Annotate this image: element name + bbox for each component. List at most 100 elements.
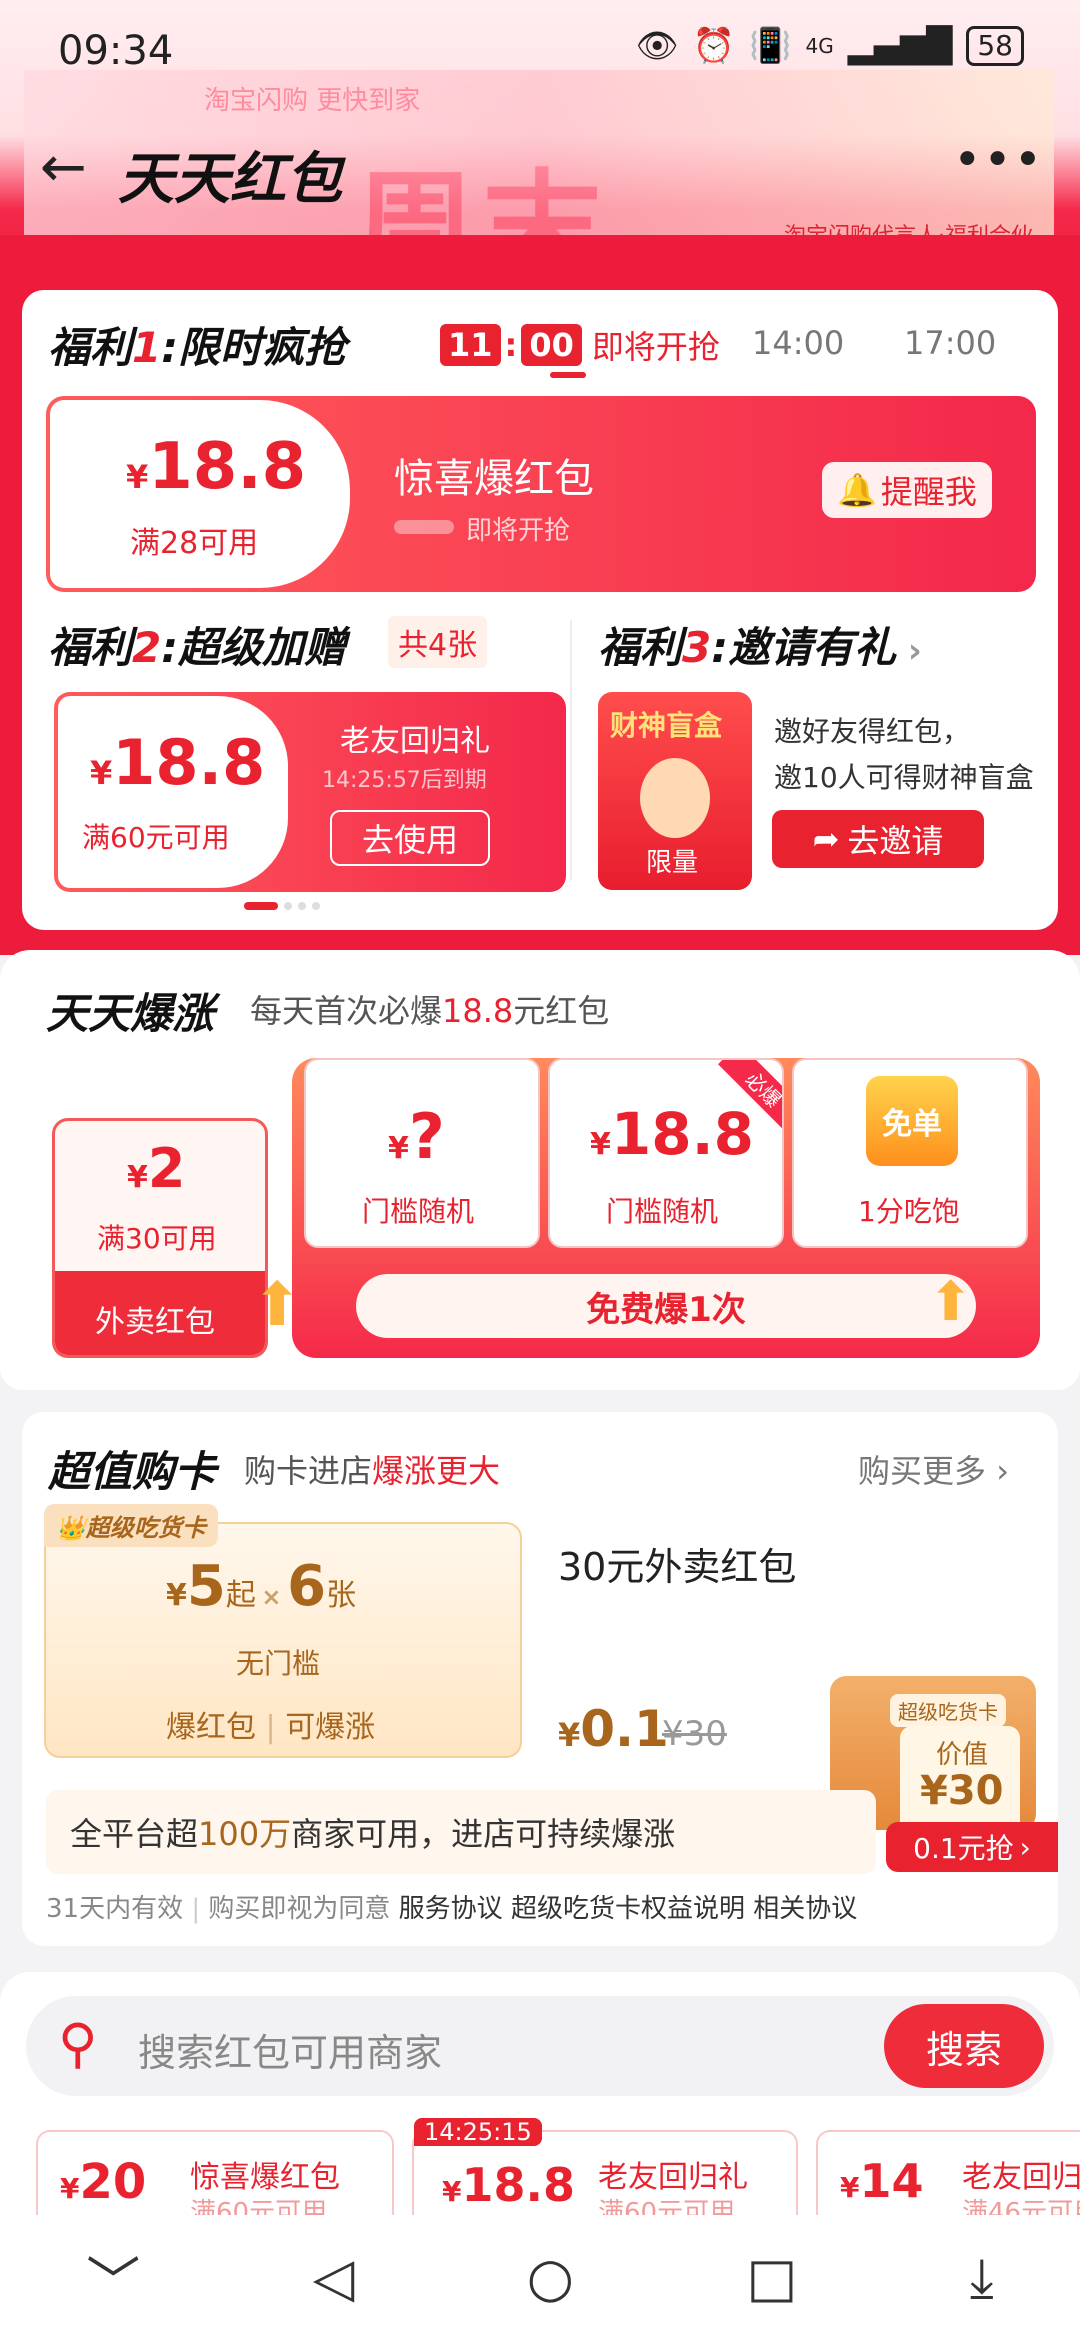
remind-button[interactable]: 🔔 提醒我 (822, 462, 992, 518)
countdown-timer: 14:25:15 (414, 2118, 542, 2146)
coupon-return[interactable]: ¥18.8 满60元可用 老友回归礼 14:25:57后到期 去使用 (54, 692, 566, 892)
network-label: 4G (805, 34, 834, 58)
merchant-banner: 全平台超 100万 商家可用，进店可持续爆涨 (46, 1790, 876, 1874)
benefit1-title: 福利1:限时疯抢 (48, 323, 347, 372)
benefit-link[interactable]: 超级吃货卡权益说明 (511, 1894, 745, 1924)
crown-icon: 👑 (56, 1514, 86, 1542)
benefit-card: 福利1:限时疯抢 11 : 00 即将开抢 14:00 17:00 ¥18.8 … (22, 290, 1058, 930)
progress-bar (394, 520, 454, 534)
value-amount: ¥30 (920, 1768, 1004, 1814)
card-thumb-badge: 超级吃货卡 (890, 1694, 1006, 1727)
search-button[interactable]: 搜索 (884, 2004, 1044, 2088)
use-button[interactable]: 去使用 (330, 810, 490, 866)
product-name: 30元外卖红包 (558, 1545, 797, 1589)
page-title: 天天红包 (118, 147, 342, 212)
buy-more-link[interactable]: 购买更多 › (858, 1446, 1009, 1492)
takeout-coupon[interactable]: ¥2 满30可用 外卖红包 (52, 1118, 268, 1358)
foodie-badge: 👑超级吃货卡 (44, 1504, 218, 1547)
daily-title: 天天爆涨 (46, 989, 215, 1038)
page-dots (244, 902, 320, 910)
vibrate-icon: 📳 (749, 26, 792, 66)
buycard-subtitle: 购卡进店爆涨更大 (244, 1452, 501, 1490)
arrow-up-icon: ⬆ (252, 1270, 303, 1340)
coupon-big-amount: ¥18.8 (126, 430, 307, 504)
time-mm: 00 (521, 324, 582, 366)
system-nav-bar: ﹀ ◁ ○ □ ⤓ (0, 2215, 1080, 2340)
arrow-up-icon-2: ⬆ (928, 1270, 974, 1333)
free-order-icon: 免单 (866, 1076, 958, 1166)
benefit2-title: 福利2:超级加赠 (48, 623, 347, 672)
coupon-big-left: ¥18.8 满28可用 (50, 400, 350, 588)
coupon-return-name: 老友回归礼 (340, 724, 490, 759)
coupon-return-amount: ¥18.8 (90, 726, 266, 799)
value-label: 价值 (936, 1740, 989, 1770)
original-price: ¥30 (662, 1714, 727, 1754)
list-item[interactable]: ¥14 老友回归 满46元可用 (816, 2130, 1080, 2220)
boost-card-3: 免单 1分吃饱 (792, 1058, 1028, 1248)
status-time: 09:34 (58, 28, 174, 74)
share-icon: ➦ (812, 820, 840, 858)
back-arrow-icon[interactable]: ← (40, 140, 87, 196)
time-tab-3[interactable]: 17:00 (904, 324, 996, 362)
chevron-circle-icon: › (1019, 1830, 1031, 1864)
tab-indicator (550, 372, 586, 378)
benefit2-badge: 共4张 (388, 616, 488, 668)
boost-button[interactable]: 免费爆1次 (356, 1274, 976, 1338)
time-hh: 11 (440, 324, 501, 366)
buy-card-section: 超值购卡 购卡进店爆涨更大 购买更多 › 👑超级吃货卡 ¥5起 × 6张 无门槛… (22, 1412, 1058, 1946)
time-status: 即将开抢 (591, 328, 720, 366)
boost-card-3-label: 1分吃饱 (858, 1195, 960, 1228)
mascot-icon (640, 758, 710, 838)
boost-card-1-cond: 门槛随机 (362, 1195, 475, 1228)
more-icon[interactable]: ••• (953, 136, 1044, 184)
blind-box-image[interactable]: 财神盲盒 限量 (598, 692, 752, 890)
benefit3-title[interactable]: 福利3:邀请有礼 › (598, 614, 922, 675)
download-icon[interactable]: ⤓ (970, 2246, 994, 2310)
search-bar[interactable]: ⚲ 搜索红包可用商家 搜索 (26, 1996, 1054, 2096)
boost-card-2-cond: 门槛随机 (606, 1195, 719, 1228)
foodie-card[interactable]: 👑超级吃货卡 ¥5起 × 6张 无门槛 爆红包 | 可爆涨 (44, 1504, 522, 1758)
coupon-big[interactable]: ¥18.8 满28可用 惊喜爆红包 即将开抢 🔔 提醒我 (46, 396, 1036, 592)
daily-subtitle: 每天首次必爆18.8元红包 (250, 992, 610, 1030)
divider (570, 620, 572, 880)
bell-icon: 🔔 (837, 471, 877, 509)
coupon-return-left: ¥18.8 满60元可用 (58, 696, 288, 888)
coupon-big-status: 即将开抢 (466, 516, 571, 546)
grab-button[interactable]: 0.1元抢 › (886, 1822, 1058, 1872)
status-icons: 👁 ⏰ 📳 4G ▂▄▆█ 58 (636, 26, 1024, 66)
alarm-icon: ⏰ (692, 26, 736, 66)
time-tab-active[interactable]: 11 : 00 即将开抢 (440, 322, 720, 368)
boost-card-1-amount: ¥? (388, 1100, 445, 1173)
service-agreement-link[interactable]: 服务协议 (399, 1894, 503, 1924)
back-triangle-icon[interactable]: ◁ (313, 2246, 355, 2309)
boost-card-1: ¥? 门槛随机 (304, 1058, 540, 1248)
recents-square-icon[interactable]: □ (746, 2246, 797, 2309)
card-thumb-face: 价值 ¥30 (900, 1726, 1020, 1836)
chevron-right-icon: › (986, 1452, 1009, 1490)
takeout-cond: 满30可用 (97, 1222, 217, 1255)
foodie-price: ¥5起 × 6张 (166, 1554, 357, 1619)
coupon-big-cond: 满28可用 (130, 526, 259, 561)
list-item[interactable]: 14:25:15 ¥18.8 老友回归礼 满60元可用 (412, 2118, 798, 2228)
battery-icon: 58 (966, 26, 1024, 66)
boost-card-2-amount: ¥18.8 (590, 1100, 754, 1168)
collapse-icon[interactable]: ﹀ (86, 2238, 140, 2317)
limit-label: 限量 (646, 848, 699, 878)
blind-box-label: 财神盲盒 (610, 709, 723, 742)
home-circle-icon[interactable]: ○ (527, 2246, 574, 2309)
chevron-right-icon: › (896, 631, 922, 671)
foodie-tags: 爆红包 | 可爆涨 (166, 1710, 376, 1745)
invite-button[interactable]: ➦ 去邀请 (772, 810, 984, 868)
search-input[interactable]: 搜索红包可用商家 (138, 2022, 442, 2077)
boost-card-2: ¥18.8 门槛随机 必爆 (548, 1058, 784, 1248)
search-icon: ⚲ (58, 2012, 98, 2075)
invite-desc-1: 邀好友得红包， (774, 715, 971, 748)
time-tab-2[interactable]: 14:00 (752, 324, 844, 362)
related-link[interactable]: 相关协议 (753, 1894, 857, 1924)
coupon-big-name: 惊喜爆红包 (394, 456, 594, 502)
status-bar: 09:34 👁 ⏰ 📳 4G ▂▄▆█ 58 (0, 0, 1080, 100)
search-section: ⚲ 搜索红包可用商家 搜索 ¥20 惊喜爆红包 满60元可用 14:25:15 … (0, 1972, 1080, 2232)
buycard-title: 超值购卡 (48, 1447, 217, 1496)
list-item[interactable]: ¥20 惊喜爆红包 满60元可用 (36, 2130, 394, 2228)
takeout-label: 外卖红包 (95, 1305, 215, 1340)
